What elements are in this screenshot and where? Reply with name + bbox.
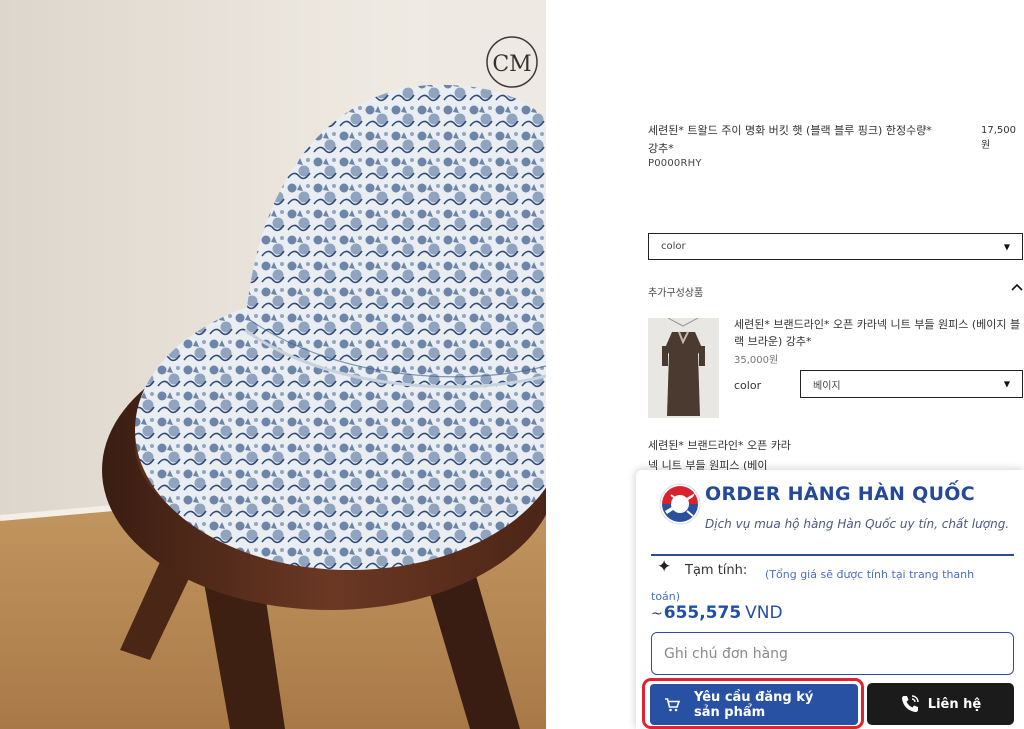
contact-button[interactable]: Liên hệ [867,683,1014,725]
phone-icon [901,695,919,712]
register-product-button[interactable]: Yêu cầu đăng ký sản phẩm [650,684,858,725]
product-price: 17,500원 [981,125,1016,151]
addon-color-select[interactable]: 베이지 ▼ [800,370,1023,398]
addon-product-price: 35,000원 [734,355,779,366]
widget-brand-title: ORDER HÀNG HÀN QUỐC [705,483,975,505]
chevron-up-icon[interactable] [1010,281,1024,293]
dropdown-caret-icon: ▼ [1003,379,1010,389]
total-currency: VND [745,603,783,623]
order-note-input[interactable] [651,632,1014,675]
approx-sign: ~ [651,606,663,622]
register-button-label: Yêu cầu đăng ký sản phẩm [694,689,814,720]
dropdown-caret-icon: ▼ [1003,242,1010,251]
product-image: CM [0,0,546,729]
widget-divider [651,554,1014,556]
widget-tagline: Dịch vụ mua hộ hàng Hàn Quốc uy tín, chấ… [705,517,1010,531]
addon-product-title[interactable]: 세련된* 브랜드라인* 오픈 카라넥 니트 부들 원피스 (베이지 블랙 브라운… [734,316,1024,350]
addon-color-value: 베이지 [813,380,841,392]
color-option-select[interactable]: color ▼ [648,233,1023,260]
brand-monogram: CM [492,52,531,77]
addon-color-label: color [734,379,762,392]
total-amount-value: 655,575 [663,603,742,623]
cart-icon [665,697,680,711]
color-option-value: color [661,241,686,252]
order-hang-han-quoc-logo-icon [659,483,701,525]
addons-heading: 추가구성상품 [648,288,704,299]
subtotal-amount: ~655,575 VND [651,603,783,623]
contact-button-label: Liên hệ [927,696,982,712]
product-code: P0000RHY [648,158,702,169]
subtotal-note: (Tổng giá sẽ được tính tại trang thanh t… [651,568,975,603]
product-title: 세련된* 트왈드 주이 명화 버킷 햇 (블랙 블루 핑크) 한정수량* 강추* [648,124,932,155]
addon-product-thumbnail[interactable] [648,318,719,418]
